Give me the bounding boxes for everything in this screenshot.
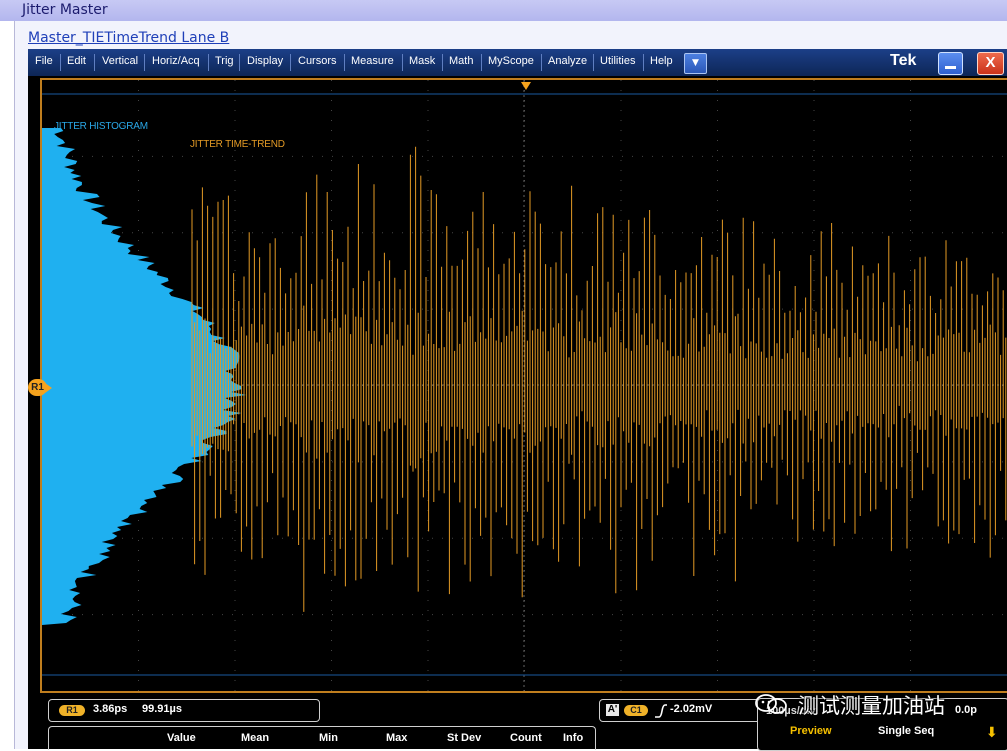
trigger-source-badge: C1 [624,705,648,716]
r1-scale: 3.86ps [93,703,128,715]
menu-myscope[interactable]: MyScope [488,55,534,67]
menu-trig[interactable]: Trig [215,55,234,67]
window-title: Jitter Master [22,2,108,18]
trigger-position-marker[interactable] [521,82,531,90]
menu-measure[interactable]: Measure [351,55,394,67]
left-border [0,21,15,749]
menu-utilities[interactable]: Utilities [600,55,635,67]
waveform-plot [42,80,1007,691]
waveform-graticule [40,78,1007,693]
stats-header-count: Count [510,732,542,744]
menu-help[interactable]: Help [650,55,673,67]
menu-horiz-acq[interactable]: Horiz/Acq [152,55,200,67]
menu-dropdown-button[interactable]: ▼ [684,53,707,74]
menu-cursors[interactable]: Cursors [298,55,337,67]
stats-header-info: Info [563,732,584,744]
trigger-type-badge: A' [606,704,619,716]
stats-header-min: Min [319,732,338,744]
r1-badge: R1 [59,705,85,716]
menu-file[interactable]: File [35,55,53,67]
run-mode: Single Seq [878,725,935,737]
stats-header-stdev: St Dev [447,732,482,744]
watermark: 测试测量加油站 [754,690,974,718]
menu-math[interactable]: Math [449,55,473,67]
chat-bubble-icon [755,694,787,714]
scope-window: File Edit Vertical Horiz/Acq Trig Displa… [28,49,1007,750]
minimize-button[interactable] [938,52,963,75]
jitter-time-trend [191,146,1007,612]
menu-bar: File Edit Vertical Horiz/Acq Trig Displa… [28,49,1007,76]
rising-edge-icon [655,704,667,718]
close-button[interactable]: X [977,52,1004,75]
trigger-level: -2.02mV [670,703,713,715]
stats-header-mean: Mean [241,732,270,744]
close-icon: X [985,54,996,71]
measurement-stats-table: Value Mean Min Max St Dev Count Info [48,726,596,750]
menu-display[interactable]: Display [247,55,283,67]
chevron-down-icon: ▼ [692,58,699,68]
lane-link[interactable]: Master_TIETimeTrend Lane B [28,30,229,46]
menu-vertical[interactable]: Vertical [102,55,138,67]
r1-readout[interactable]: R1 3.86ps 99.91µs [48,699,320,722]
r1-reference-marker[interactable]: R1 [28,379,47,396]
jitter-histogram-label: JITTER HISTOGRAM [54,121,148,132]
tek-logo: Tek [890,52,917,69]
jitter-time-trend-label: JITTER TIME-TREND [190,139,285,150]
preview-status: Preview [790,725,832,737]
window-titlebar: Jitter Master [0,0,1007,22]
menu-edit[interactable]: Edit [67,55,86,67]
stats-header-max: Max [386,732,408,744]
menu-mask[interactable]: Mask [409,55,435,67]
r1-position: 99.91µs [142,703,182,715]
stats-header-value: Value [167,732,196,744]
down-arrow-icon: ⬇ [986,725,998,741]
watermark-text: 测试测量加油站 [798,694,945,718]
menu-analyze[interactable]: Analyze [548,55,587,67]
